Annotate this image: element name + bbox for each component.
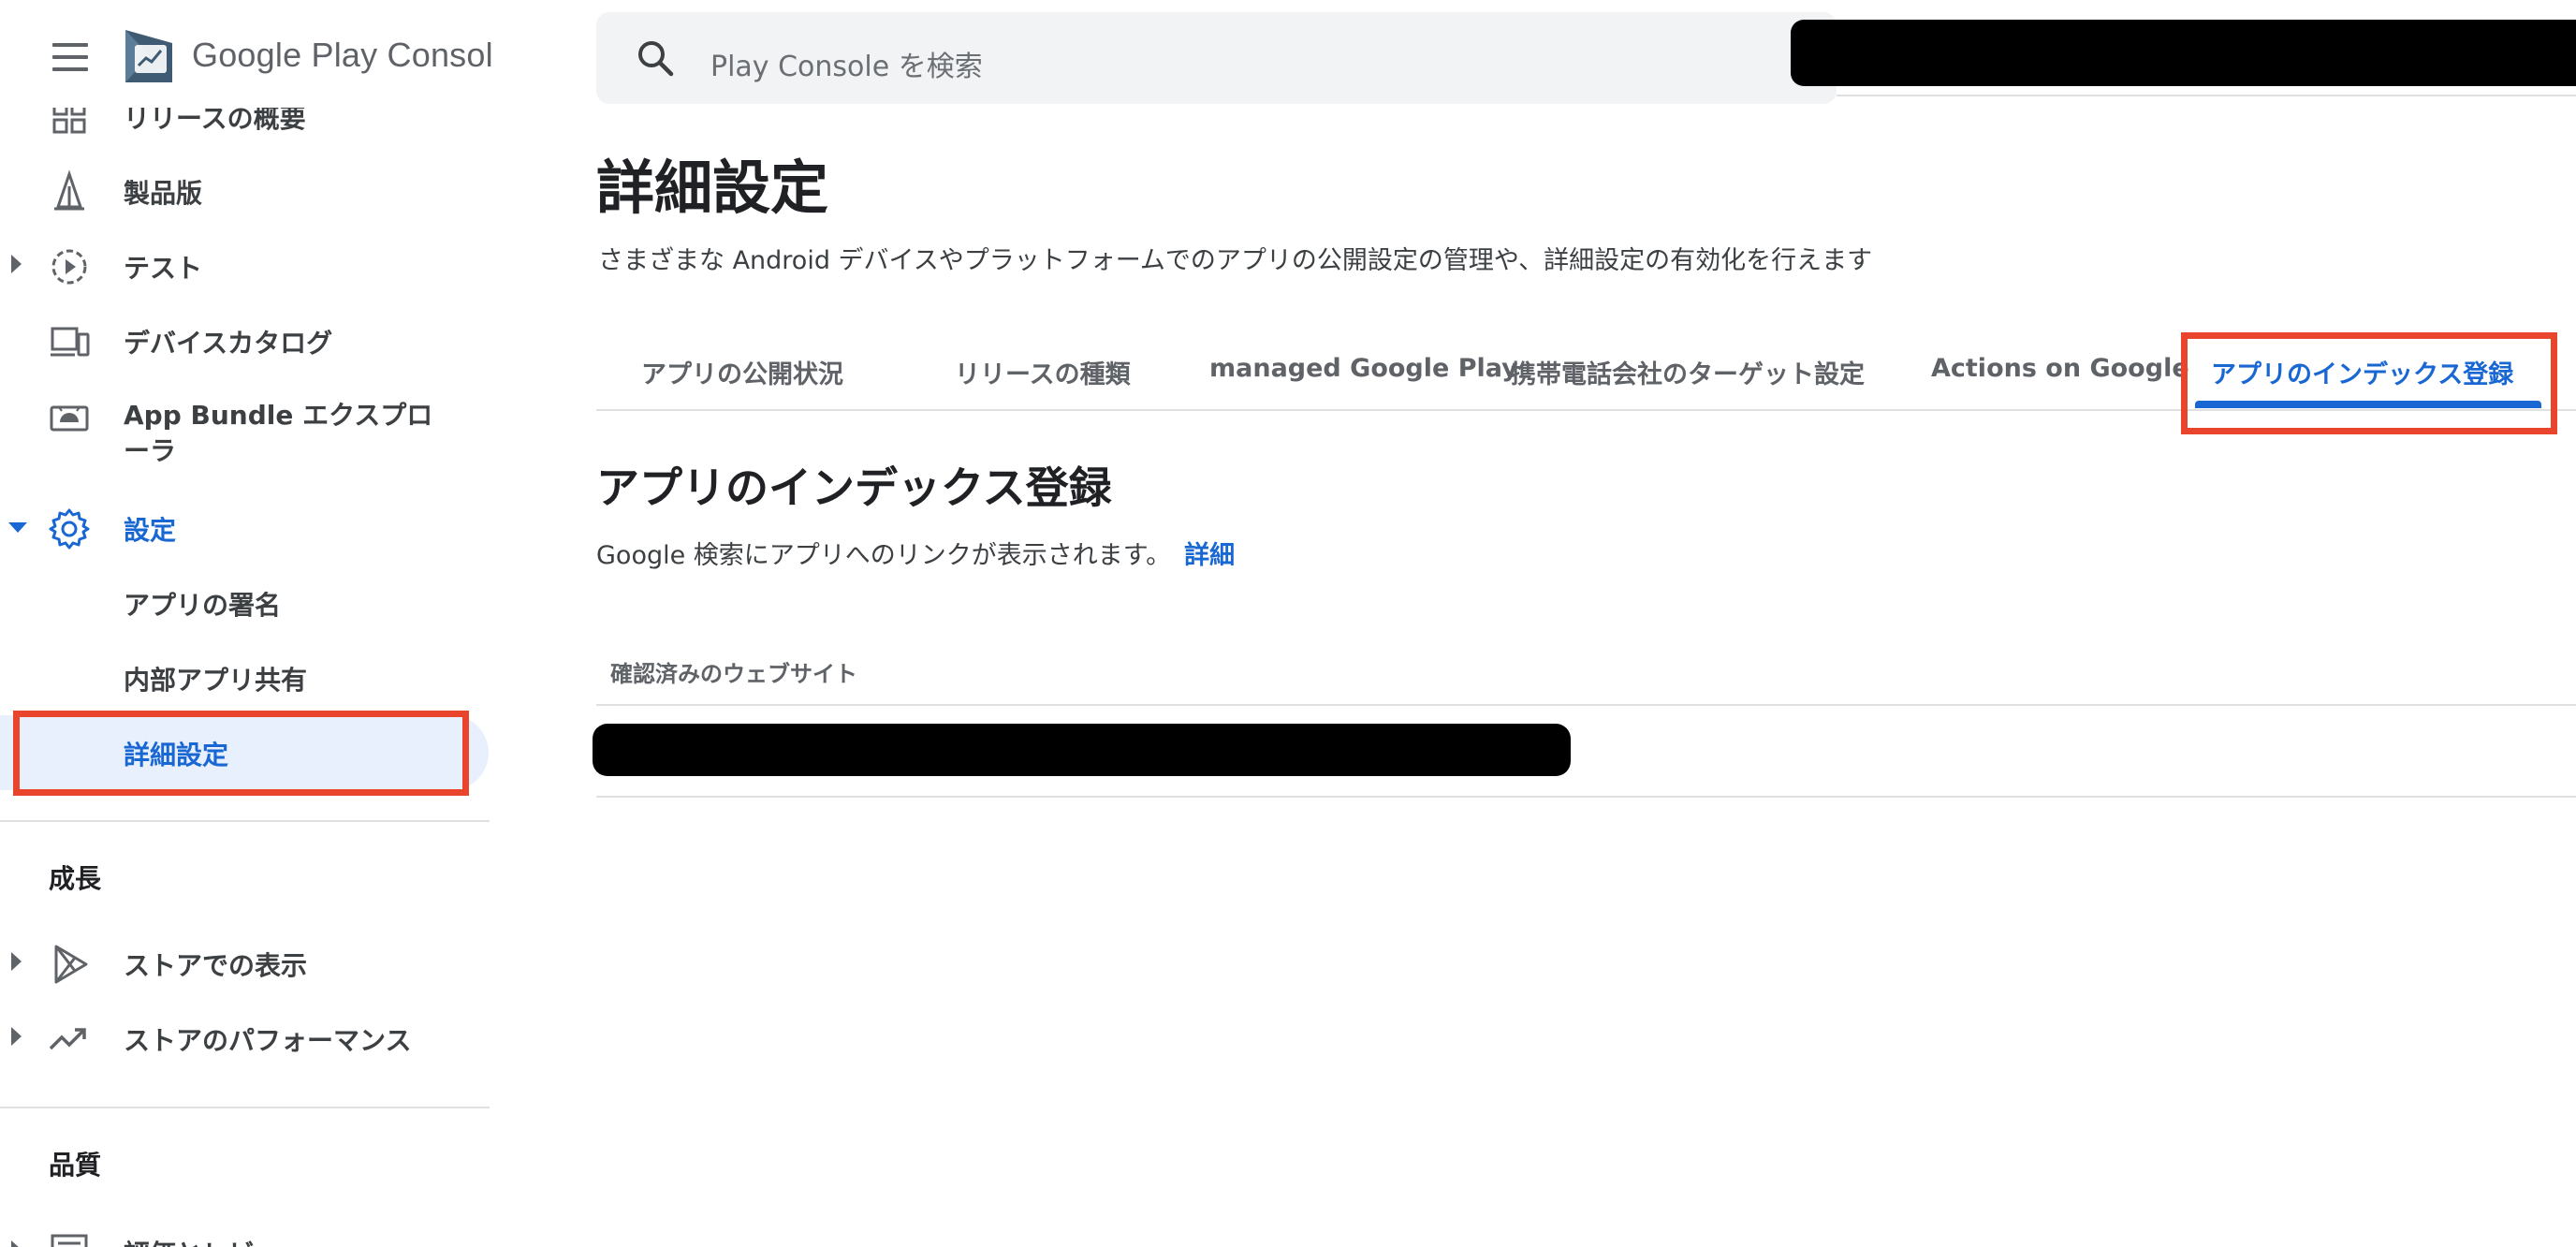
- sidebar-item-label: デバイスカタログ: [124, 328, 333, 359]
- header-divider: [1837, 95, 2576, 96]
- table-row-divider: [596, 796, 2576, 798]
- tab-managed-google-play[interactable]: managed Google Play: [1209, 354, 1518, 383]
- sidebar-item-label: ストアのパフォーマンス: [124, 1025, 412, 1056]
- android-icon: [47, 394, 92, 439]
- reviews-icon: [47, 1230, 92, 1247]
- devices-icon: [47, 319, 92, 364]
- chevron-right-icon[interactable]: [11, 952, 22, 971]
- sidebar-divider: [0, 1107, 490, 1108]
- sidebar-section-growth: 成長: [49, 863, 102, 894]
- gear-icon: [47, 506, 92, 551]
- sidebar-item-testing[interactable]: テスト: [0, 229, 487, 301]
- chevron-down-icon[interactable]: [8, 522, 27, 533]
- sidebar-item-label: App Bundle エクスプローラ: [124, 400, 433, 466]
- sidebar-item-label: アプリの署名: [124, 590, 282, 621]
- sidebar-item-app-bundle-explorer[interactable]: App Bundle エクスプローラ: [0, 379, 487, 482]
- section-description: Google 検索にアプリへのリンクが表示されます。 詳細: [596, 535, 1235, 571]
- section-description-text: Google 検索にアプリへのリンクが表示されます。: [596, 541, 1172, 570]
- play-store-icon: [47, 942, 92, 987]
- tab-release-types[interactable]: リリースの種類: [955, 354, 1131, 390]
- tab-actions-on-google[interactable]: Actions on Google: [1931, 354, 2189, 383]
- sidebar-item-label: 設定: [124, 515, 177, 546]
- column-header-verified-websites: 確認済みのウェブサイト: [610, 661, 857, 687]
- sidebar-section-quality: 品質: [49, 1150, 102, 1181]
- menu-icon[interactable]: [52, 43, 88, 73]
- sidebar-item-label: テスト: [124, 253, 203, 284]
- search-input[interactable]: Play Console を検索: [710, 43, 983, 84]
- learn-more-link[interactable]: 詳細: [1184, 541, 1235, 570]
- redacted-website-row: [593, 724, 1571, 776]
- app-header: Google Play Console: [0, 0, 491, 108]
- highlight-box-tab: [2181, 332, 2557, 434]
- sidebar-item-internal-app-sharing[interactable]: 内部アプリ共有: [0, 641, 487, 712]
- chevron-right-icon[interactable]: [11, 255, 22, 273]
- chevron-right-icon[interactable]: [11, 1027, 22, 1046]
- table-header-divider: [596, 704, 2576, 706]
- testing-icon: [47, 244, 92, 289]
- search-icon[interactable]: [636, 38, 677, 80]
- play-console-logo: [122, 28, 176, 84]
- tab-app-availability[interactable]: アプリの公開状況: [641, 354, 843, 390]
- sidebar-item-label: 製品版: [124, 178, 203, 209]
- sidebar-item-device-catalog[interactable]: デバイスカタログ: [0, 304, 487, 375]
- production-icon: [47, 169, 92, 214]
- sidebar: リリースの概要 Google Play Console: [0, 0, 491, 1247]
- sidebar-item-label: ストアでの表示: [124, 950, 308, 981]
- search-bar[interactable]: Play Console を検索: [596, 12, 1837, 104]
- sidebar-item-app-signing[interactable]: アプリの署名: [0, 566, 487, 638]
- sidebar-item-store-presence[interactable]: ストアでの表示: [0, 927, 487, 998]
- sidebar-item-production[interactable]: 製品版: [0, 154, 487, 226]
- sidebar-item-settings[interactable]: 設定: [0, 491, 487, 563]
- sidebar-item-ratings-reviews[interactable]: 評価とレビュー: [0, 1215, 487, 1247]
- tab-carrier-targeting[interactable]: 携帯電話会社のターゲット設定: [1511, 354, 1865, 390]
- sidebar-item-label: 評価とレビュー: [124, 1234, 307, 1247]
- redacted-account-area: [1791, 20, 2576, 86]
- trending-up-icon: [47, 1017, 92, 1062]
- brand-title: Google Play Console: [192, 36, 491, 74]
- section-title: アプリのインデックス登録: [596, 462, 1112, 513]
- page-description: さまざまな Android デバイスやプラットフォームでのアプリの公開設定の管理…: [598, 246, 1873, 275]
- play-console-page: リリースの概要 Google Play Console: [0, 0, 2576, 1247]
- sidebar-item-label: 内部アプリ共有: [124, 665, 308, 696]
- page-title: 詳細設定: [596, 154, 829, 222]
- highlight-box-sidebar: [13, 711, 469, 796]
- chevron-right-icon[interactable]: [11, 1240, 22, 1247]
- sidebar-divider: [0, 820, 490, 822]
- sidebar-item-store-performance[interactable]: ストアのパフォーマンス: [0, 1002, 487, 1073]
